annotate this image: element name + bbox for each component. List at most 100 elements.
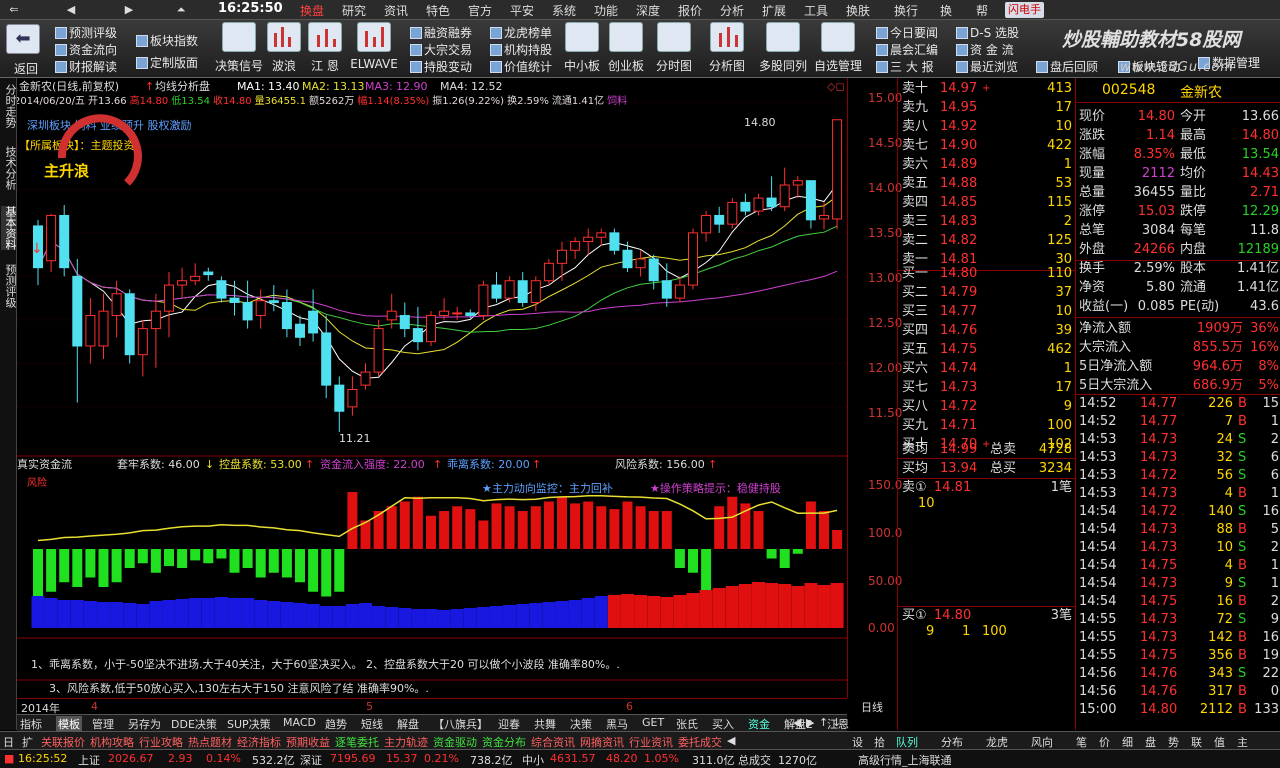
template-scroll-icon[interactable]: ↑ [819, 716, 828, 729]
function-tab[interactable]: 预期收益 [286, 734, 330, 750]
template-tab[interactable]: GET [642, 716, 664, 729]
tb-three-reports[interactable]: 三 大 报 [876, 58, 934, 75]
template-tab[interactable]: 短线 [361, 716, 383, 732]
menu-tools[interactable]: 工具 [804, 2, 828, 19]
menu-system[interactable]: 系统 [552, 2, 576, 19]
function-tab[interactable]: 价 [1099, 734, 1110, 750]
sell-level-row[interactable]: 卖十 14.97 413 + [898, 79, 1076, 98]
next-icon[interactable]: ▶ [118, 1, 140, 19]
tb-ds-select[interactable]: D-S 选股 [956, 24, 1019, 41]
function-tab[interactable]: 队列 [896, 734, 918, 750]
tab-fundamentals[interactable]: 基本资料 [1, 206, 17, 250]
menu-quote[interactable]: 报价 [678, 2, 702, 19]
tb-timeshare[interactable]: 分时图 [652, 22, 696, 74]
template-tab[interactable]: 决策 [570, 716, 592, 732]
buy-level-row[interactable]: 买一 14.80 110 [898, 264, 1076, 283]
tb-multi-stock[interactable]: 多股同列 [757, 22, 809, 74]
menu-pingan[interactable]: 平安 [510, 2, 534, 19]
menu-extend[interactable]: 扩展 [762, 2, 786, 19]
tab-timeshare[interactable]: 分时走势 [1, 84, 17, 128]
template-tab[interactable]: 模板 [56, 716, 82, 732]
tb-today-news[interactable]: 今日要闻 [876, 24, 938, 41]
function-tab[interactable]: 资金分布 [482, 734, 526, 750]
tb-block-trade[interactable]: 大宗交易 [410, 41, 472, 58]
menu-news[interactable]: 资讯 [384, 2, 408, 19]
tb-dragon-tiger[interactable]: 龙虎榜单 [490, 24, 552, 41]
function-tab[interactable]: 主力轨迹 [384, 734, 428, 750]
sell-level-row[interactable]: 卖九 14.95 17 [898, 98, 1076, 117]
function-tab[interactable]: 日 [3, 734, 14, 750]
function-tab[interactable]: ◀ [727, 734, 735, 747]
menu-research[interactable]: 研究 [342, 2, 366, 19]
tb-gann[interactable]: 江 恩 [305, 22, 345, 74]
tb-wave[interactable]: 波浪 [264, 22, 304, 74]
function-tab[interactable]: 值 [1214, 734, 1225, 750]
template-tab[interactable]: SUP决策 [227, 716, 271, 732]
tb-watchlist[interactable]: 自选管理 [812, 22, 864, 74]
tb-morning-brief[interactable]: 晨会汇编 [876, 41, 938, 58]
tab-forecast[interactable]: 预测评级 [1, 264, 17, 308]
sell-level-row[interactable]: 卖八 14.92 10 [898, 117, 1076, 136]
tb-custom-layout[interactable]: 定制版面 [136, 54, 198, 71]
function-tab[interactable]: 资金驱动 [433, 734, 477, 750]
function-tab[interactable]: 委托成交 [678, 734, 722, 750]
top-arrow-icon[interactable]: ⏶ [170, 1, 192, 19]
menu-skin[interactable]: 换肤 [846, 2, 870, 19]
back-button[interactable]: 返回 [14, 60, 38, 77]
function-tab[interactable]: 网摘资讯 [580, 734, 624, 750]
back-icon[interactable]: ⬅ [6, 24, 40, 54]
tb-value-stats[interactable]: 价值统计 [490, 58, 552, 75]
buy-level-row[interactable]: 买二 14.79 37 [898, 283, 1076, 302]
buy-level-row[interactable]: 买五 14.75 462 [898, 340, 1076, 359]
buy-level-row[interactable]: 买四 14.76 39 [898, 321, 1076, 340]
template-tab[interactable]: 迎春 [498, 716, 520, 732]
market-info[interactable]: 高级行情_上海联通 [858, 752, 952, 768]
template-scroll-icon[interactable]: ◀ [793, 716, 801, 729]
tb-after-close[interactable]: 盘后回顾 [1036, 58, 1098, 75]
template-tab[interactable]: 另存为 [128, 716, 161, 732]
tb-inst-holding[interactable]: 机构持股 [490, 41, 552, 58]
menu-features[interactable]: 特色 [426, 2, 450, 19]
chart-close-icon[interactable]: ◇◻ [827, 80, 845, 93]
function-tab[interactable]: 行业资讯 [629, 734, 673, 750]
buy-level-row[interactable]: 买九 14.71 100 [898, 416, 1076, 435]
template-tab[interactable]: 解盘 [397, 716, 419, 732]
template-tab[interactable]: 张氏 [676, 716, 698, 732]
function-tab[interactable]: 势 [1168, 734, 1179, 750]
tb-margin[interactable]: 融资融券 [410, 24, 472, 41]
tb-sector-index[interactable]: 板块指数 [136, 32, 198, 49]
menu-functions[interactable]: 功能 [594, 2, 618, 19]
menu-help[interactable]: 帮 [976, 2, 988, 19]
function-tab[interactable]: 细 [1122, 734, 1133, 750]
function-tab[interactable]: 主 [1237, 734, 1248, 750]
function-tab[interactable]: 设 [852, 734, 863, 750]
buy-level-row[interactable]: 买八 14.72 9 [898, 397, 1076, 416]
template-tab[interactable]: 【八旗兵】 [433, 716, 488, 732]
function-tab[interactable]: 风向 [1031, 734, 1053, 750]
template-tab[interactable]: 指标 [20, 716, 42, 732]
tab-technical[interactable]: 技术分析 [1, 146, 17, 190]
back-arrow-icon[interactable]: ⇐ [3, 1, 25, 19]
template-scroll-icon[interactable]: ▶ [806, 716, 814, 729]
kline-chart-panel[interactable]: 金新农(日线,前复权) ↑ 均线分析盘 MA1: 13.40 MA2: 13.1… [14, 78, 847, 715]
function-tab[interactable]: 笔 [1076, 734, 1087, 750]
tb-gem-board[interactable]: 创业板 [604, 22, 648, 74]
sell-level-row[interactable]: 卖六 14.89 1 [898, 155, 1076, 174]
buy-level-row[interactable]: 买三 14.77 10 [898, 302, 1076, 321]
function-tab[interactable]: 龙虎 [986, 734, 1008, 750]
tb-capital-flow[interactable]: 资 金 流 [956, 41, 1014, 58]
fast-trade-button[interactable]: 闪电手 [1005, 2, 1044, 18]
menu-huanpan[interactable]: 换盘 [300, 2, 324, 19]
sell-level-row[interactable]: 卖三 14.83 2 [898, 212, 1076, 231]
tb-analysis-chart[interactable]: 分析图 [705, 22, 749, 74]
tb-elwave[interactable]: ELWAVE [350, 22, 398, 71]
function-tab[interactable]: 关联报价 [41, 734, 85, 750]
function-tab[interactable]: 热点题材 [188, 734, 232, 750]
menu-official[interactable]: 官方 [468, 2, 492, 19]
function-tab[interactable]: 行业攻略 [139, 734, 183, 750]
template-tab[interactable]: DDE决策 [171, 716, 217, 732]
template-scroll-icon[interactable]: ↓ [832, 716, 841, 729]
template-tab[interactable]: 共舞 [534, 716, 556, 732]
function-tab[interactable]: 拾 [874, 734, 885, 750]
tb-fund-flow[interactable]: 资金流向 [55, 41, 117, 58]
